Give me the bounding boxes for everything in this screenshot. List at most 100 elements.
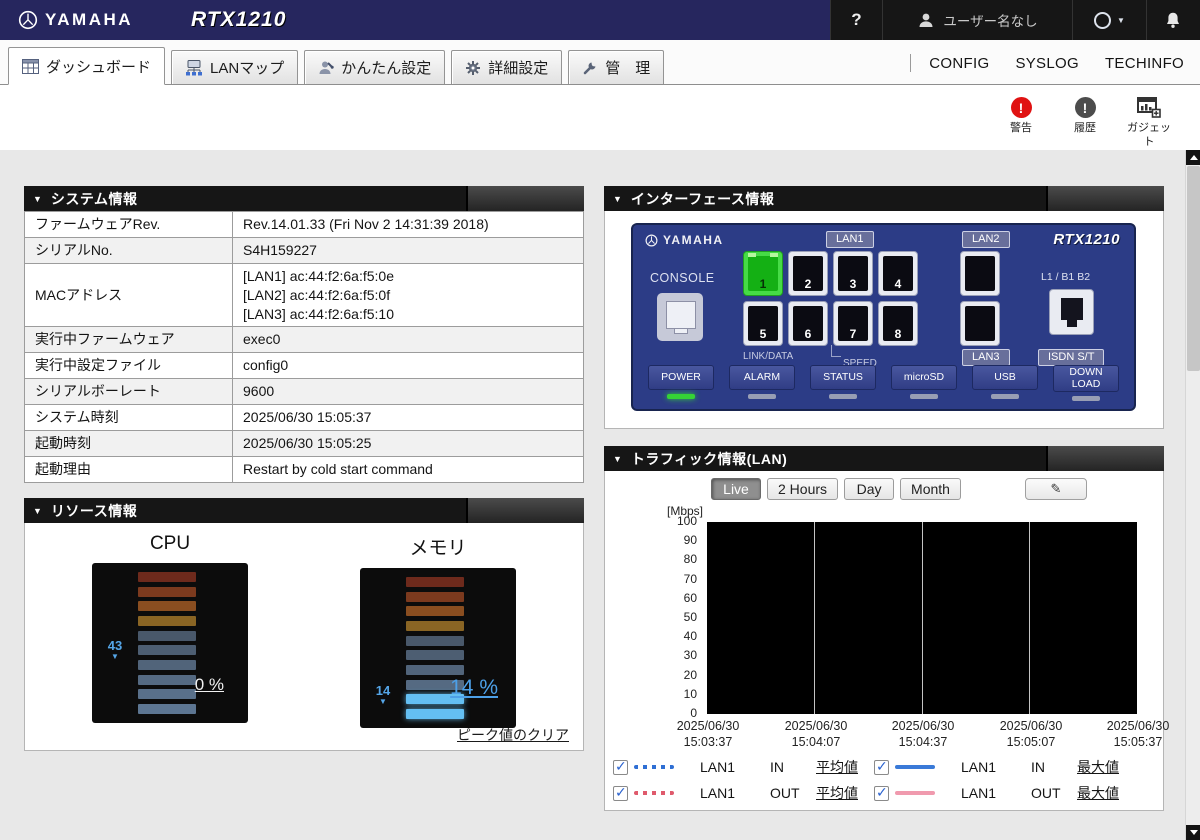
table-row: シリアルNo.S4H159227 [25,237,584,263]
resource-info-header[interactable]: ▼ リソース情報 [24,498,584,523]
table-row: 実行中設定ファイルconfig0 [25,353,584,379]
lan1-port-4: 4 [878,251,918,296]
legend-stat-link[interactable]: 平均値 [816,757,874,777]
header-accent [1046,446,1164,471]
peak-marker: 43▼ [100,639,130,661]
legend-direction: IN [770,759,816,775]
alarm-led [748,394,776,399]
wrench-icon [582,60,598,76]
top-links: CONFIG SYSLOG TECHINFO [910,54,1184,72]
row-label: 実行中設定ファイル [25,353,233,379]
history-mark: ! [1083,100,1088,116]
gauge-segment [138,631,196,641]
port-number: 4 [879,277,917,291]
gauge-segment [138,675,196,685]
tab-dashboard[interactable]: ダッシュボード [8,47,165,85]
dashboard-content: ▼ システム情報 ファームウェアRev.Rev.14.01.33 (Fri No… [0,150,1185,840]
system-info-table: ファームウェアRev.Rev.14.01.33 (Fri Nov 2 14:31… [24,211,584,483]
legend-stat-link[interactable]: 最大値 [1077,757,1135,777]
range-month-button[interactable]: Month [900,478,961,500]
button-cap: USB [972,365,1038,390]
tab-label: ダッシュボード [46,56,151,77]
gauge-segment [138,704,196,714]
lan1-badge: LAN1 [826,231,874,248]
port-number: 7 [834,327,872,341]
chevron-down-icon: ▼ [1117,16,1125,25]
history-button[interactable]: ! 履歴 [1060,97,1110,136]
microsd-led [910,394,938,399]
clear-peak-link[interactable]: ピーク値のクリア [457,725,569,745]
row-value: S4H159227 [233,237,584,263]
tab-management[interactable]: 管 理 [568,50,664,84]
cpu-gauge-group: CPU 43▼ 0 % [60,529,280,728]
account-dropdown[interactable]: ▼ [1072,0,1146,40]
interface-info-header[interactable]: ▼ インターフェース情報 [604,186,1164,211]
button-cap: DOWN LOAD [1053,365,1119,392]
tab-label: かんたん設定 [341,57,431,78]
config-link[interactable]: CONFIG [929,55,989,72]
memory-title: メモリ [328,533,548,560]
scroll-down-button[interactable] [1186,825,1200,840]
help-icon: ? [851,10,861,30]
legend-series-name: LAN1 [961,759,1031,775]
links-divider [910,54,911,72]
gadget-button[interactable]: ガジェット [1124,97,1174,150]
scroll-up-button[interactable] [1186,150,1200,165]
port-jack [965,306,995,341]
alarm-button: ALARM [724,365,800,401]
row-value: config0 [233,353,584,379]
user-menu[interactable]: ユーザー名なし [882,0,1072,40]
port-number: 8 [879,327,917,341]
techinfo-link[interactable]: TECHINFO [1105,55,1184,72]
tab-easy-setup[interactable]: かんたん設定 [304,50,445,84]
check-icon: ✓ [615,758,627,775]
x-tick: 2025/06/3015:04:07 [770,718,862,751]
warning-icon: ! [1011,97,1032,118]
model-logo: RTX1210 [191,8,286,32]
notifications-button[interactable] [1146,0,1199,40]
x-tick: 2025/06/3015:05:07 [985,718,1077,751]
legend-checkbox-in-avg[interactable]: ✓ [613,760,628,775]
memory-gauge: 14▼ 14 % [360,568,516,728]
gauge-segment [406,709,464,719]
cpu-value: 0 % [195,675,224,695]
syslog-link[interactable]: SYSLOG [1015,55,1079,72]
gridline [1029,522,1030,714]
header-accent [1046,186,1164,211]
range-2hours-button[interactable]: 2 Hours [767,478,838,500]
peak-caret-icon: ▼ [368,698,398,706]
row-value: Rev.14.01.33 (Fri Nov 2 14:31:39 2018) [233,212,584,238]
range-live-button[interactable]: Live [711,478,761,500]
legend-checkbox-in-max[interactable]: ✓ [874,760,889,775]
peak-value: 43 [108,638,122,653]
traffic-info-header[interactable]: ▼ トラフィック情報(LAN) [604,446,1164,471]
tab-advanced-settings[interactable]: 詳細設定 [451,50,562,84]
top-bar: YAMAHA RTX1210 ? ユーザー名なし ▼ [0,0,1200,40]
memory-value[interactable]: 14 % [450,676,498,700]
traffic-info-panel: ▼ トラフィック情報(LAN) Live 2 Hours Day Month ✎… [604,446,1164,811]
legend-checkbox-out-avg[interactable]: ✓ [613,786,628,801]
legend-stat-link[interactable]: 平均値 [816,783,874,803]
top-bar-right: ? ユーザー名なし ▼ [830,0,1200,40]
system-info-header[interactable]: ▼ システム情報 [24,186,584,211]
vertical-scrollbar[interactable] [1185,150,1200,840]
legend-checkbox-out-max[interactable]: ✓ [874,786,889,801]
resource-info-body: CPU 43▼ 0 % メモリ [24,523,584,751]
range-buttons: Live 2 Hours Day Month [711,478,961,500]
dashboard-icon [22,59,39,74]
scrollbar-thumb[interactable] [1187,166,1200,371]
edit-graph-button[interactable]: ✎ [1025,478,1087,500]
lan2-port [960,251,1000,296]
router-brand-text: YAMAHA [663,233,724,247]
gauge-segment [406,621,464,631]
alerts-button[interactable]: ! 警告 [996,97,1046,136]
gauge-segment [138,587,196,597]
gauge-segment [406,636,464,646]
legend-stat-link[interactable]: 最大値 [1077,783,1135,803]
status-led [829,394,857,399]
system-info-panel: ▼ システム情報 ファームウェアRev.Rev.14.01.33 (Fri No… [24,186,584,483]
range-day-button[interactable]: Day [844,478,894,500]
help-button[interactable]: ? [830,0,882,40]
tab-lan-map[interactable]: LANマップ [171,50,298,84]
check-icon: ✓ [876,784,888,801]
